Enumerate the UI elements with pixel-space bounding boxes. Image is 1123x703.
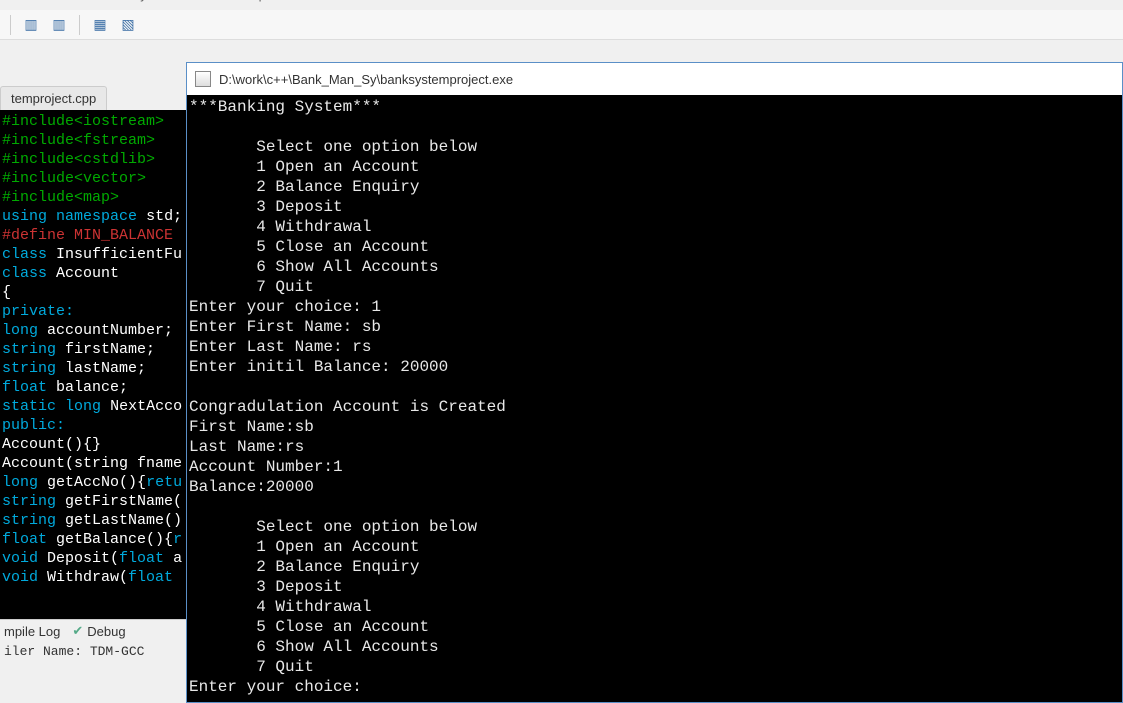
code-line: private: — [2, 303, 74, 320]
code-token: a — [164, 550, 182, 567]
code-line: #include<fstream> — [2, 132, 155, 149]
code-token: string — [2, 341, 56, 358]
code-token: float — [2, 379, 47, 396]
code-token: balance; — [56, 379, 128, 396]
code-token — [173, 569, 182, 586]
code-token: long — [2, 322, 38, 339]
code-token: string — [2, 512, 56, 529]
console-titlebar[interactable]: D:\work\c++\Bank_Man_Sy\banksystemprojec… — [187, 63, 1122, 95]
console-window: D:\work\c++\Bank_Man_Sy\banksystemprojec… — [186, 62, 1123, 703]
code-line: { — [2, 284, 11, 301]
code-token: getFirstName( — [65, 493, 182, 510]
code-line: #include<cstdlib> — [2, 151, 155, 168]
code-token: float — [128, 569, 173, 586]
code-token: static — [2, 398, 56, 415]
tab-compile-log[interactable]: mpile Log — [4, 624, 60, 639]
code-line: #include<iostream> — [2, 113, 164, 130]
code-token: namespace — [56, 208, 137, 225]
code-token: string — [2, 493, 56, 510]
compile-icon[interactable]: ▥ — [19, 14, 43, 36]
code-token: long — [2, 474, 38, 491]
bottom-panel: mpile Log ✔Debug iler Name: TDM-GCC — [0, 619, 186, 663]
console-output[interactable]: ***Banking System*** Select one option b… — [187, 95, 1122, 702]
tab-debug[interactable]: ✔Debug — [72, 623, 125, 639]
code-line: #include<map> — [2, 189, 119, 206]
code-token: ; — [173, 208, 182, 225]
file-tab[interactable]: temproject.cpp — [0, 86, 107, 110]
menu-astyle[interactable]: AStyle — [119, 0, 157, 2]
console-title-text: D:\work\c++\Bank_Man_Sy\banksystemprojec… — [219, 72, 513, 87]
code-token: NextAcco — [110, 398, 182, 415]
code-token: Withdraw( — [47, 569, 128, 586]
source-code-editor[interactable]: #include<iostream> #include<fstream> #in… — [0, 110, 186, 619]
code-token: class — [2, 246, 47, 263]
code-line: #include<vector> — [2, 170, 146, 187]
code-token: void — [2, 569, 38, 586]
code-token: accountNumber; — [47, 322, 173, 339]
code-token: string — [2, 360, 56, 377]
code-token: getLastName() — [65, 512, 182, 529]
run-icon[interactable]: ▥ — [47, 14, 71, 36]
code-token: long — [65, 398, 101, 415]
toolbar-separator — [79, 15, 80, 35]
editor-tabbar: temproject.cpp — [0, 40, 186, 110]
code-line: Account(){} — [2, 436, 101, 453]
rebuild-icon[interactable]: ▧ — [116, 14, 140, 36]
menu-help[interactable]: Help — [239, 0, 266, 2]
toolbar: ▥ ▥ ▦ ▧ — [0, 10, 1123, 40]
code-line: Account(string fname — [2, 455, 182, 472]
code-token: lastName; — [65, 360, 146, 377]
code-token: float — [2, 531, 47, 548]
code-token: Deposit( — [47, 550, 119, 567]
menubar: Execute Tools AStyle Window Help — [0, 0, 1123, 10]
code-token: using — [2, 208, 47, 225]
compile-run-icon[interactable]: ▦ — [88, 14, 112, 36]
menu-window[interactable]: Window — [175, 0, 221, 2]
code-line: #define MIN_BALANCE — [2, 227, 182, 244]
code-token: r — [173, 531, 182, 548]
menu-tools[interactable]: Tools — [71, 0, 101, 2]
code-token: getAccNo(){ — [47, 474, 146, 491]
code-token: firstName; — [65, 341, 155, 358]
compiler-name-line: iler Name: TDM-GCC — [0, 642, 186, 661]
code-line: public: — [2, 417, 65, 434]
code-token: retu — [146, 474, 182, 491]
code-token: Account — [56, 265, 119, 282]
check-icon: ✔ — [72, 623, 83, 639]
code-token: void — [2, 550, 38, 567]
code-token: class — [2, 265, 47, 282]
code-token: InsufficientFu — [56, 246, 182, 263]
code-token: getBalance(){ — [56, 531, 173, 548]
console-app-icon — [195, 71, 211, 87]
toolbar-separator — [10, 15, 11, 35]
editor-pane: temproject.cpp #include<iostream> #inclu… — [0, 40, 186, 663]
code-token: std — [146, 208, 173, 225]
code-token: float — [119, 550, 164, 567]
menu-execute[interactable]: Execute — [6, 0, 53, 2]
